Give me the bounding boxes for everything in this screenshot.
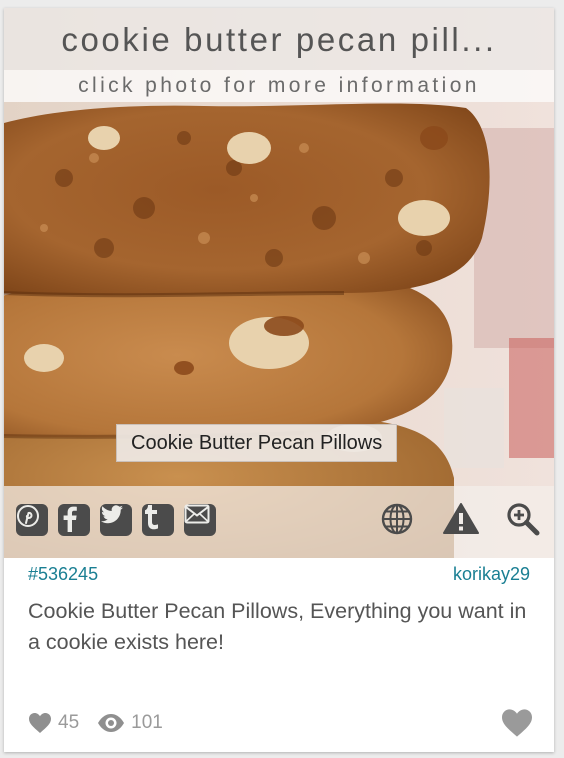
globe-icon[interactable] <box>378 500 416 538</box>
stats-row: 45 101 <box>28 708 181 738</box>
meta-row: #536245 korikay29 <box>4 560 554 588</box>
facebook-icon[interactable] <box>58 504 90 536</box>
email-icon[interactable] <box>184 504 216 536</box>
like-count: 45 <box>58 712 80 733</box>
title-band: cookie butter pecan pill... <box>4 8 554 70</box>
warning-icon[interactable] <box>442 500 480 538</box>
twitter-icon[interactable] <box>100 504 132 536</box>
photo-hint: click photo for more information <box>78 74 480 97</box>
heart-icon <box>29 713 51 733</box>
photo-caption: Cookie Butter Pecan Pillows <box>116 424 398 462</box>
recipe-photo[interactable]: cookie butter pecan pill... click photo … <box>4 8 554 558</box>
pin-description: Cookie Butter Pecan Pillows, Everything … <box>28 599 527 654</box>
eye-icon <box>98 714 125 732</box>
subtitle-band: click photo for more information <box>4 70 554 102</box>
tumblr-icon[interactable] <box>142 504 174 536</box>
zoom-icon[interactable] <box>504 500 542 538</box>
like-button[interactable] <box>500 708 534 738</box>
pin-title: cookie butter pecan pill... <box>61 21 497 58</box>
share-toolbar <box>4 486 554 558</box>
heart-icon <box>502 709 532 737</box>
author-link[interactable]: korikay29 <box>453 564 530 585</box>
pin-card: cookie butter pecan pill... click photo … <box>4 8 554 752</box>
post-id-link[interactable]: #536245 <box>28 564 98 585</box>
pinterest-icon[interactable] <box>16 504 48 536</box>
view-count: 101 <box>131 712 163 733</box>
